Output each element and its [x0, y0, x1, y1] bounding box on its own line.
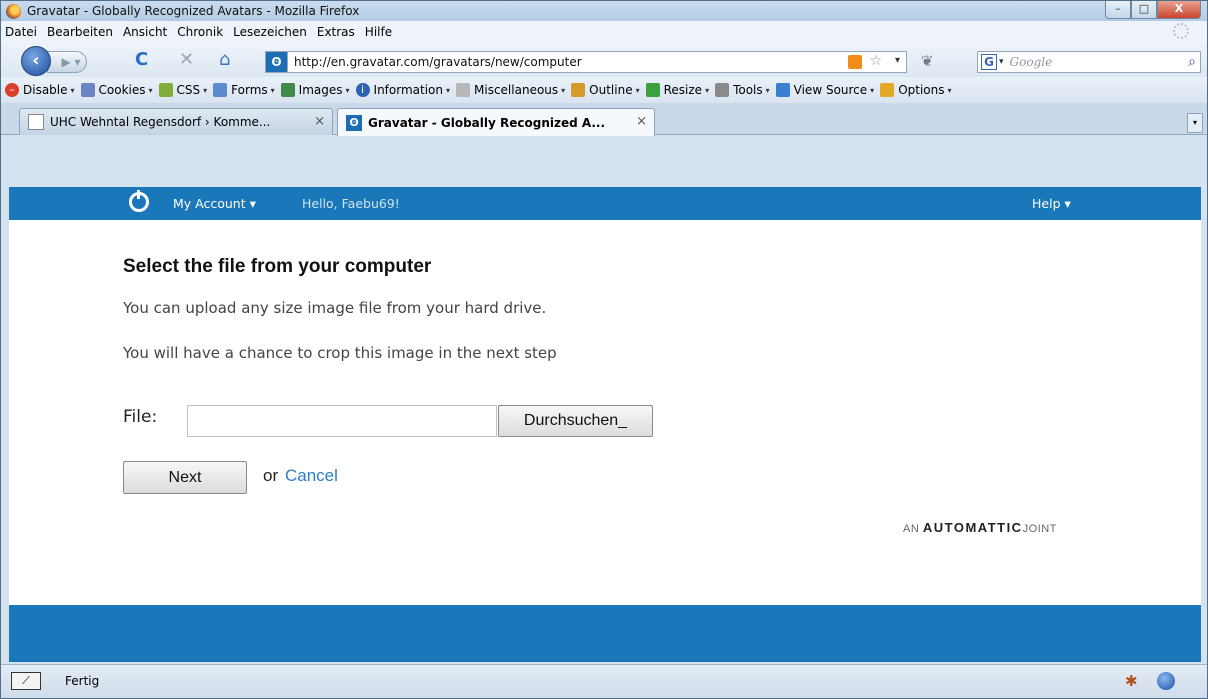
tab-gravatar[interactable]: ʘ Gravatar - Globally Recognized A... × — [337, 108, 655, 136]
tab-close-icon[interactable]: × — [636, 114, 647, 129]
tab-uhc-wehntal[interactable]: UHC Wehntal Regensdorf › Komme... × — [19, 108, 333, 135]
page-title: Select the file from your computer — [123, 256, 432, 277]
site-identity-icon[interactable]: ʘ — [266, 52, 288, 72]
url-input[interactable]: http://en.gravatar.com/gravatars/new/com… — [294, 55, 582, 69]
search-engine-dropdown-icon[interactable]: ▾ — [999, 57, 1004, 67]
google-engine-icon[interactable]: G — [981, 54, 997, 70]
main-content: Select the file from your computer You c… — [9, 220, 1201, 605]
menu-extras[interactable]: Extras — [317, 25, 355, 39]
web-developer-toolbar: – Disable ▾ Cookies ▾ CSS ▾ Forms ▾ Images ▾ … — [1, 77, 1207, 103]
window-controls: – □ X — [1105, 1, 1201, 19]
resize-icon — [645, 83, 660, 97]
help-menu[interactable]: Help ▾ — [1032, 196, 1071, 211]
dev-outline-menu[interactable]: Outline ▾ — [571, 83, 640, 97]
tab-label: UHC Wehntal Regensdorf › Komme... — [50, 115, 271, 129]
search-bar[interactable]: G ▾ Google ⌕ — [977, 51, 1201, 73]
dev-images-menu[interactable]: Images ▾ — [280, 83, 350, 97]
menu-hilfe[interactable]: Hilfe — [365, 25, 392, 39]
throbber-icon — [1173, 23, 1189, 39]
or-text: or — [263, 466, 279, 485]
stop-icon[interactable]: ✕ — [179, 51, 194, 69]
cancel-link[interactable]: Cancel — [285, 466, 338, 486]
gravatar-logo-icon[interactable] — [129, 190, 149, 212]
css-icon — [158, 83, 173, 97]
file-input[interactable] — [187, 405, 497, 437]
menu-datei[interactable]: Datei — [5, 25, 37, 39]
outline-icon — [571, 83, 586, 97]
dev-css-menu[interactable]: CSS ▾ — [158, 83, 207, 97]
tab-list-dropdown-icon[interactable]: ▾ — [1187, 113, 1203, 133]
minimize-button[interactable]: – — [1105, 1, 1131, 19]
dev-forms-menu[interactable]: Forms ▾ — [213, 83, 275, 97]
menu-lesezeichen[interactable]: Lesezeichen — [233, 25, 307, 39]
forward-button[interactable]: ▶ ▾ — [47, 51, 87, 73]
window-title: Gravatar - Globally Recognized Avatars -… — [27, 4, 360, 18]
menu-ansicht[interactable]: Ansicht — [123, 25, 167, 39]
upload-description: You can upload any size image file from … — [123, 299, 547, 317]
disable-icon: – — [5, 83, 19, 97]
status-bar: ⟋ Fertig ✱ — [1, 664, 1207, 698]
navigation-toolbar: ▶ ▾ ‹ C ✕ ⌂ ʘ http://en.gravatar.com/gra… — [1, 43, 1207, 77]
search-magnifier-icon[interactable]: ⌕ — [1188, 54, 1196, 70]
my-account-menu[interactable]: My Account ▾ — [173, 196, 256, 211]
site-footer — [9, 605, 1201, 662]
menu-bar: Datei Bearbeiten Ansicht Chronik Lesezei… — [1, 21, 1207, 43]
back-button[interactable]: ‹ — [21, 46, 51, 76]
dev-options-menu[interactable]: Options ▾ — [880, 83, 952, 97]
crop-hint: You will have a chance to crop this imag… — [123, 344, 557, 362]
paw-icon[interactable]: ❦ — [921, 52, 934, 70]
search-input[interactable]: Google — [1010, 55, 1053, 69]
firefox-logo-icon — [6, 3, 21, 19]
browse-button[interactable]: Durchsuchen_ — [498, 405, 653, 437]
dev-resize-menu[interactable]: Resize ▾ — [645, 83, 709, 97]
dev-cookies-menu[interactable]: Cookies ▾ — [80, 83, 153, 97]
firebug-icon[interactable]: ✱ — [1125, 672, 1138, 690]
browser-window: Gravatar - Globally Recognized Avatars -… — [0, 0, 1208, 699]
rss-icon[interactable] — [848, 55, 862, 69]
connection-status-icon: ⟋ — [11, 672, 41, 690]
tab-close-icon[interactable]: × — [314, 114, 325, 129]
options-icon — [880, 83, 895, 97]
forms-icon — [213, 83, 228, 97]
dev-disable-menu[interactable]: – Disable ▾ — [5, 83, 75, 97]
site-header: My Account ▾ Hello, Faebu69! Help ▾ — [9, 187, 1201, 220]
home-icon[interactable]: ⌂ — [219, 51, 230, 69]
dev-information-menu[interactable]: i Information ▾ — [355, 83, 450, 97]
title-bar: Gravatar - Globally Recognized Avatars -… — [1, 1, 1207, 21]
dev-tools-menu[interactable]: Tools ▾ — [715, 83, 770, 97]
maximize-button[interactable]: □ — [1131, 1, 1157, 19]
tools-icon — [715, 83, 730, 97]
cookies-icon — [80, 83, 95, 97]
dev-view-source-menu[interactable]: View Source ▾ — [775, 83, 874, 97]
dev-miscellaneous-menu[interactable]: Miscellaneous ▾ — [456, 83, 565, 97]
url-history-dropdown-icon[interactable]: ▾ — [895, 55, 900, 66]
images-icon — [280, 83, 295, 97]
next-button[interactable]: Next — [123, 461, 247, 494]
close-button[interactable]: X — [1157, 1, 1201, 19]
tab-bar: UHC Wehntal Regensdorf › Komme... × ʘ Gr… — [1, 103, 1207, 136]
bookmark-star-icon[interactable]: ☆ — [869, 53, 882, 69]
view-source-icon — [775, 83, 790, 97]
menu-chronik[interactable]: Chronik — [177, 25, 223, 39]
automattic-footer-logo[interactable]: AN AUTOMATTICJOINT — [903, 520, 1057, 535]
tab-label: Gravatar - Globally Recognized A... — [368, 115, 606, 130]
globe-icon[interactable] — [1157, 672, 1175, 690]
url-bar[interactable]: ʘ http://en.gravatar.com/gravatars/new/c… — [265, 51, 907, 73]
menu-bearbeiten[interactable]: Bearbeiten — [47, 25, 113, 39]
status-text: Fertig — [65, 674, 100, 688]
file-label: File: — [123, 407, 158, 427]
information-icon: i — [355, 83, 370, 97]
reload-icon[interactable]: C — [135, 51, 148, 69]
gravatar-favicon-icon: ʘ — [346, 114, 362, 131]
miscellaneous-icon — [456, 83, 471, 97]
page-icon — [28, 114, 44, 130]
greeting-text: Hello, Faebu69! — [302, 196, 400, 211]
